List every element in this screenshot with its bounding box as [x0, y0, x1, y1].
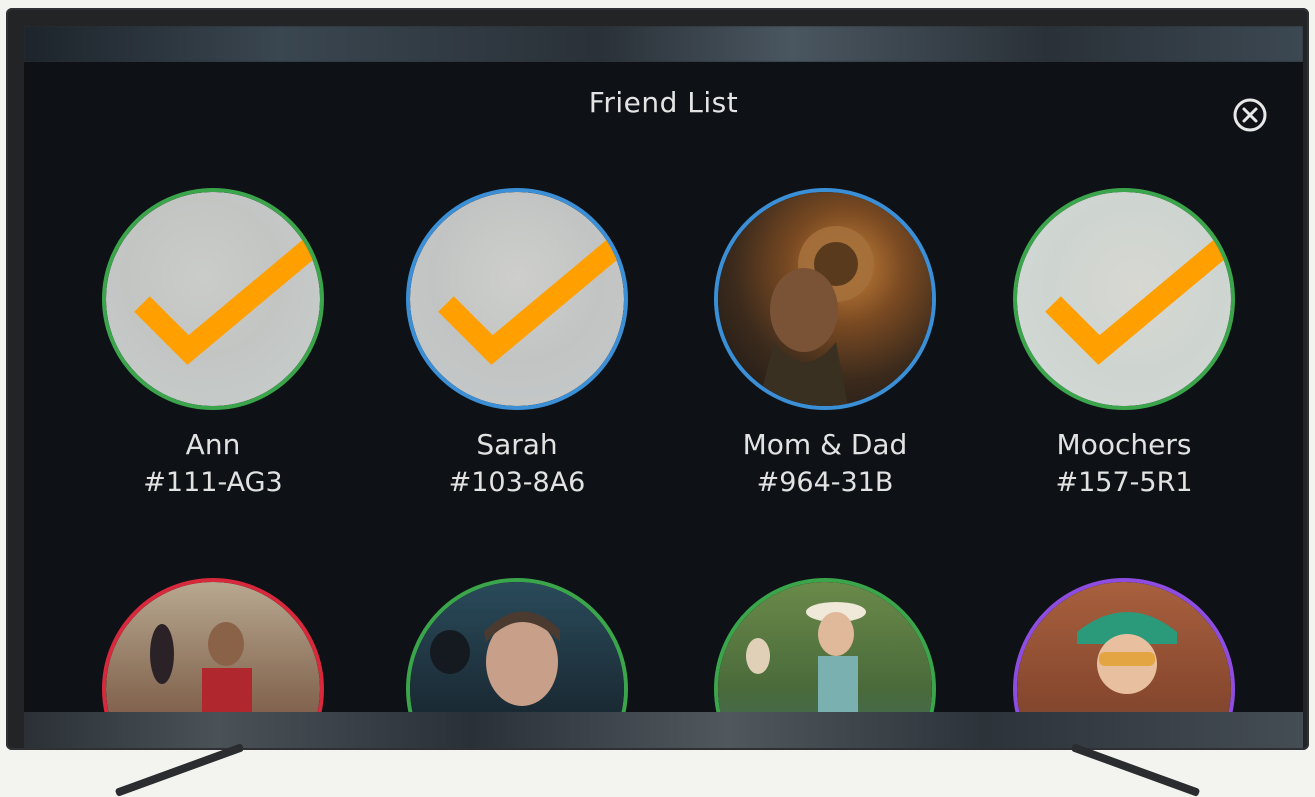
friend-card[interactable] — [994, 578, 1254, 712]
friend-card[interactable] — [387, 578, 647, 712]
friend-name: Sarah — [476, 428, 558, 461]
tv-frame: Friend List Ann #111-AG3 Sarah #103-8A6 … — [6, 8, 1309, 750]
friend-name: Mom & Dad — [742, 428, 908, 461]
dialog-title: Friend List — [588, 86, 739, 119]
background-video-bottom — [24, 712, 1303, 748]
friend-avatar[interactable] — [102, 578, 324, 712]
friend-card[interactable] — [695, 578, 955, 712]
avatar-figure — [758, 226, 874, 406]
friend-card[interactable] — [83, 578, 343, 712]
close-button[interactable] — [1233, 98, 1267, 132]
checkmark-icon — [438, 239, 622, 365]
friend-card[interactable]: Moochers #157-5R1 — [994, 188, 1254, 502]
friend-code: #103-8A6 — [448, 467, 586, 498]
friend-card[interactable]: Mom & Dad #964-31B — [695, 188, 955, 502]
friend-avatar[interactable] — [406, 188, 628, 410]
tv-stand-right — [1070, 743, 1201, 797]
friend-avatar[interactable] — [714, 578, 936, 712]
friend-avatar[interactable] — [406, 578, 628, 712]
avatar-figure — [1077, 612, 1177, 694]
tv-screen: Friend List Ann #111-AG3 Sarah #103-8A6 … — [24, 26, 1303, 748]
friend-name: Ann — [185, 428, 241, 461]
friend-name: Moochers — [1056, 428, 1192, 461]
friend-card[interactable]: Ann #111-AG3 — [83, 188, 343, 502]
avatar-figure — [746, 602, 866, 712]
avatar-figure — [150, 622, 252, 712]
friend-avatar[interactable] — [1013, 188, 1235, 410]
avatar-figure — [430, 611, 560, 706]
checkmark-icon — [1045, 239, 1229, 365]
tv-stand-left — [114, 743, 245, 797]
friend-avatar[interactable] — [714, 188, 936, 410]
friend-code: #157-5R1 — [1055, 467, 1193, 498]
friend-avatar[interactable] — [102, 188, 324, 410]
background-video-top — [24, 26, 1303, 62]
checkmark-icon — [134, 239, 318, 365]
close-circle-icon — [1233, 98, 1267, 132]
friend-card[interactable]: Sarah #103-8A6 — [387, 188, 647, 502]
friend-code: #964-31B — [756, 467, 894, 498]
friend-code: #111-AG3 — [143, 467, 283, 498]
friend-avatar[interactable] — [1013, 578, 1235, 712]
friend-list-dialog: Friend List Ann #111-AG3 Sarah #103-8A6 … — [24, 62, 1303, 712]
